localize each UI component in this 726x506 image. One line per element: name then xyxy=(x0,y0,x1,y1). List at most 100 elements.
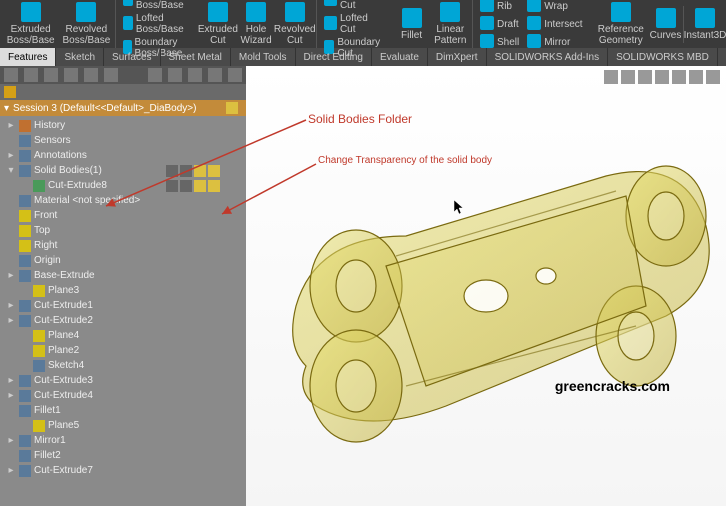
row-action-icon[interactable] xyxy=(166,180,178,192)
tree-item[interactable]: Front xyxy=(2,208,244,223)
tree-root-selected[interactable]: ▾Session 3 (Default<<Default>_DiaBody>) xyxy=(0,100,246,116)
tab-dimxpert[interactable]: DimXpert xyxy=(428,48,487,66)
tab-direct-editing[interactable]: Direct Editing xyxy=(296,48,372,66)
panel-toolbar xyxy=(0,66,246,84)
tab-solidworks-mbd[interactable]: SOLIDWORKS MBD xyxy=(608,48,718,66)
tree-item[interactable]: ▸History xyxy=(2,118,244,133)
display-state-icon[interactable] xyxy=(226,102,238,114)
revolved-boss-button[interactable]: Revolved Boss/Base xyxy=(59,0,116,48)
row-action-icon[interactable] xyxy=(180,180,192,192)
view-tool-icon[interactable] xyxy=(655,70,669,84)
extruded-cut-button[interactable]: Extruded Cut xyxy=(199,0,236,48)
tab-features[interactable]: Features xyxy=(0,48,56,66)
expand-icon[interactable]: ▸ xyxy=(6,465,16,476)
tree-item[interactable]: Plane3 xyxy=(2,283,244,298)
tab-evaluate[interactable]: Evaluate xyxy=(372,48,428,66)
tree-item[interactable]: Fillet2 xyxy=(2,448,244,463)
tab-solidworks-add-ins[interactable]: SOLIDWORKS Add-Ins xyxy=(487,48,608,66)
tree-item[interactable]: Plane4 xyxy=(2,328,244,343)
feature-tree[interactable]: ▸History Sensors ▸Annotations▾Solid Bodies… xyxy=(0,116,246,506)
expand-icon[interactable]: ▸ xyxy=(6,300,16,311)
tab-sheet-metal[interactable]: Sheet Metal xyxy=(161,48,231,66)
tree-item-label: Sensors xyxy=(34,135,71,146)
extruded-boss-button[interactable]: Extruded Boss/Base xyxy=(4,0,57,48)
row-action-icon[interactable] xyxy=(194,165,206,177)
expand-icon[interactable]: ▾ xyxy=(6,165,16,176)
row-action-icon[interactable] xyxy=(180,165,192,177)
tree-item[interactable]: Plane2 xyxy=(2,343,244,358)
view-tool-icon[interactable] xyxy=(621,70,635,84)
view-tool-icon[interactable] xyxy=(604,70,618,84)
tree-item[interactable]: Sensors xyxy=(2,133,244,148)
fillet-button[interactable]: Fillet xyxy=(395,6,429,43)
tree-item[interactable]: Cut-Extrude8 xyxy=(2,178,244,193)
graphics-viewport[interactable]: Solid Bodies Folder Change Transparency … xyxy=(246,66,726,506)
tree-item[interactable]: ▸Cut-Extrude7 xyxy=(2,463,244,478)
tree-filter[interactable] xyxy=(0,84,246,100)
panel-tab-icon[interactable] xyxy=(64,68,78,82)
panel-tab-icon[interactable] xyxy=(24,68,38,82)
panel-tab-icon[interactable] xyxy=(188,68,202,82)
row-action-icon[interactable] xyxy=(194,180,206,192)
panel-tab-icon[interactable] xyxy=(228,68,242,82)
panel-tab-icon[interactable] xyxy=(168,68,182,82)
tree-item[interactable]: ▸Cut-Extrude4 xyxy=(2,388,244,403)
panel-tab-icon[interactable] xyxy=(4,68,18,82)
view-tool-icon[interactable] xyxy=(689,70,703,84)
row-action-icon[interactable] xyxy=(166,165,178,177)
rib-button[interactable]: Rib xyxy=(477,0,522,15)
tab-mold-tools[interactable]: Mold Tools xyxy=(231,48,296,66)
swept-boss-button[interactable]: Swept Boss/Base xyxy=(120,0,191,12)
row-action-icon[interactable] xyxy=(208,180,220,192)
tree-item[interactable]: Top xyxy=(2,223,244,238)
feature-icon xyxy=(19,390,31,402)
tree-item[interactable]: Material <not specified> xyxy=(2,193,244,208)
row-action-icon[interactable] xyxy=(208,165,220,177)
tab-sketch[interactable]: Sketch xyxy=(56,48,104,66)
tree-item[interactable]: ▸Cut-Extrude2 xyxy=(2,313,244,328)
expand-icon[interactable]: ▸ xyxy=(6,270,16,281)
tree-item[interactable]: Fillet1 xyxy=(2,403,244,418)
view-tool-icon[interactable] xyxy=(672,70,686,84)
expand-icon[interactable]: ▸ xyxy=(6,390,16,401)
view-tool-icon[interactable] xyxy=(706,70,720,84)
lofted-cut-button[interactable]: Lofted Cut xyxy=(321,12,387,36)
wrap-button[interactable]: Wrap xyxy=(524,0,585,15)
tree-item[interactable]: ▸Base-Extrude xyxy=(2,268,244,283)
draft-button[interactable]: Draft xyxy=(477,15,522,33)
tree-item[interactable]: ▸Annotations xyxy=(2,148,244,163)
ref-geometry-button[interactable]: Reference Geometry xyxy=(594,0,648,48)
panel-tab-icon[interactable] xyxy=(84,68,98,82)
tree-item[interactable]: ▸Cut-Extrude3 xyxy=(2,373,244,388)
instant3d-button[interactable]: Instant3D xyxy=(688,6,722,43)
hole-wizard-button[interactable]: Hole Wizard xyxy=(238,0,273,48)
intersect-button[interactable]: Intersect xyxy=(524,15,585,33)
panel-tab-icon[interactable] xyxy=(208,68,222,82)
expand-icon[interactable]: ▸ xyxy=(6,120,16,131)
swept-cut-button[interactable]: Swept Cut xyxy=(321,0,387,12)
tab-surfaces[interactable]: Surfaces xyxy=(104,48,160,66)
tree-item[interactable]: Origin xyxy=(2,253,244,268)
expand-icon[interactable]: ▸ xyxy=(6,150,16,161)
tree-item[interactable]: ▸Mirror1 xyxy=(2,433,244,448)
linear-pattern-button[interactable]: Linear Pattern xyxy=(431,0,473,48)
panel-tab-icon[interactable] xyxy=(104,68,118,82)
lofted-boss-button[interactable]: Lofted Boss/Base xyxy=(120,12,191,36)
expand-icon[interactable]: ▸ xyxy=(6,375,16,386)
panel-tab-icon[interactable] xyxy=(148,68,162,82)
cursor-icon xyxy=(454,200,466,216)
tree-item[interactable]: ▾Solid Bodies(1) xyxy=(2,163,244,178)
panel-tab-icon[interactable] xyxy=(44,68,58,82)
view-tool-icon[interactable] xyxy=(638,70,652,84)
revolved-cut-button[interactable]: Revolved Cut xyxy=(276,0,317,48)
tree-item[interactable]: Sketch4 xyxy=(2,358,244,373)
tree-item[interactable]: ▸Cut-Extrude1 xyxy=(2,298,244,313)
curves-button[interactable]: Curves xyxy=(650,6,684,43)
expand-icon[interactable]: ▸ xyxy=(6,315,16,326)
tree-item[interactable]: Plane5 xyxy=(2,418,244,433)
tree-item[interactable]: Right xyxy=(2,238,244,253)
tree-item-label: Sketch4 xyxy=(48,360,84,371)
tree-item-label: Origin xyxy=(34,255,61,266)
expand-icon[interactable]: ▸ xyxy=(6,435,16,446)
feature-icon xyxy=(19,270,31,282)
